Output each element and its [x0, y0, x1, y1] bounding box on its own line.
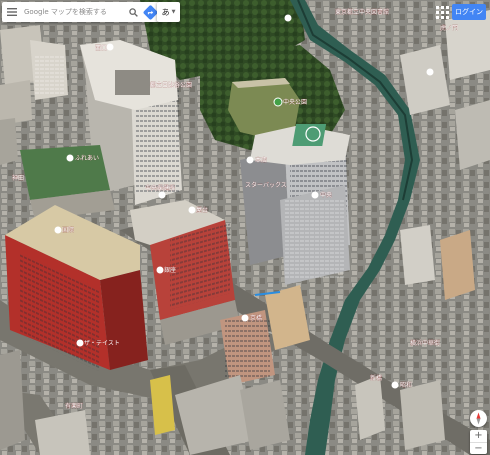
place-label[interactable]: 銀座	[164, 266, 176, 274]
building-e-4	[355, 375, 385, 440]
zoom-out-button[interactable]: −	[470, 442, 487, 454]
place-label[interactable]: 新橋	[370, 374, 382, 382]
location-pin-icon[interactable]	[76, 339, 84, 347]
location-pin-icon[interactable]	[106, 43, 114, 51]
ime-mode-label: あ	[161, 7, 170, 17]
building-e-2	[400, 225, 435, 285]
place-label[interactable]: 中央公園	[283, 98, 307, 106]
place-label[interactable]: 屋台	[196, 206, 208, 214]
chevron-down-icon: ▼	[171, 9, 176, 15]
location-pin-icon[interactable]	[284, 14, 292, 22]
location-pin-icon[interactable]	[54, 226, 62, 234]
place-label[interactable]: 神田	[12, 174, 24, 182]
search-input[interactable]	[22, 4, 125, 20]
location-pin-icon[interactable]	[188, 206, 196, 214]
search-box	[2, 2, 159, 22]
zoom-in-button[interactable]: +	[470, 430, 487, 442]
place-label[interactable]: 西口	[95, 45, 107, 52]
place-label[interactable]: 東京都立中央図書館	[335, 8, 389, 16]
location-pin-icon[interactable]	[158, 191, 166, 199]
place-label[interactable]: 虎ノ門	[440, 24, 458, 32]
place-label[interactable]: スターバックス	[245, 181, 287, 189]
ime-mode-button[interactable]: あ ▼	[157, 2, 180, 22]
place-label[interactable]: 中央	[320, 191, 332, 199]
building-e-1	[455, 100, 490, 170]
place-label[interactable]: 横浜中華街	[410, 339, 440, 347]
compass-icon[interactable]	[470, 410, 487, 427]
zoom-controls: + −	[470, 430, 487, 454]
building-s-1-windows	[225, 320, 270, 380]
place-label[interactable]: 昭和	[400, 381, 412, 389]
login-button[interactable]: ログイン	[452, 4, 486, 20]
building-nw-3	[35, 55, 65, 95]
location-pin-icon[interactable]	[66, 154, 74, 162]
helipad	[292, 124, 327, 146]
search-icon[interactable]	[125, 2, 142, 22]
location-pin-icon[interactable]	[273, 97, 283, 107]
place-label[interactable]: 京橋	[250, 314, 262, 322]
place-label[interactable]: 本店	[255, 156, 267, 164]
place-label[interactable]: 有楽町	[65, 402, 83, 410]
tower-a-roof-unit	[115, 70, 150, 95]
hamburger-menu-icon[interactable]	[2, 2, 22, 22]
location-pin-icon[interactable]	[241, 314, 249, 322]
location-pin-icon[interactable]	[246, 156, 254, 164]
tower-c-windows	[285, 200, 345, 280]
location-pin-icon[interactable]	[391, 381, 399, 389]
building-e-3	[440, 230, 475, 300]
place-label[interactable]: 国際	[62, 226, 74, 234]
building-e-5	[400, 380, 445, 450]
satellite-map[interactable]: 中央公園 ふれあい 中央保健所 東京都立中央図書館 都立日比谷公園 本店 スター…	[0, 0, 490, 455]
place-label[interactable]: 都立日比谷公園	[150, 81, 192, 89]
building-w-1	[0, 80, 32, 125]
place-label[interactable]: ふれあい	[75, 155, 99, 162]
building-w-2	[0, 118, 18, 165]
location-pin-icon[interactable]	[156, 266, 164, 274]
apps-grid-icon[interactable]	[434, 4, 450, 20]
building-ne-2	[445, 10, 490, 80]
place-label[interactable]: 中央保健所	[145, 184, 175, 192]
location-pin-icon[interactable]	[426, 68, 434, 76]
place-label[interactable]: ザ・テイスト	[84, 340, 120, 347]
location-pin-icon[interactable]	[311, 191, 319, 199]
